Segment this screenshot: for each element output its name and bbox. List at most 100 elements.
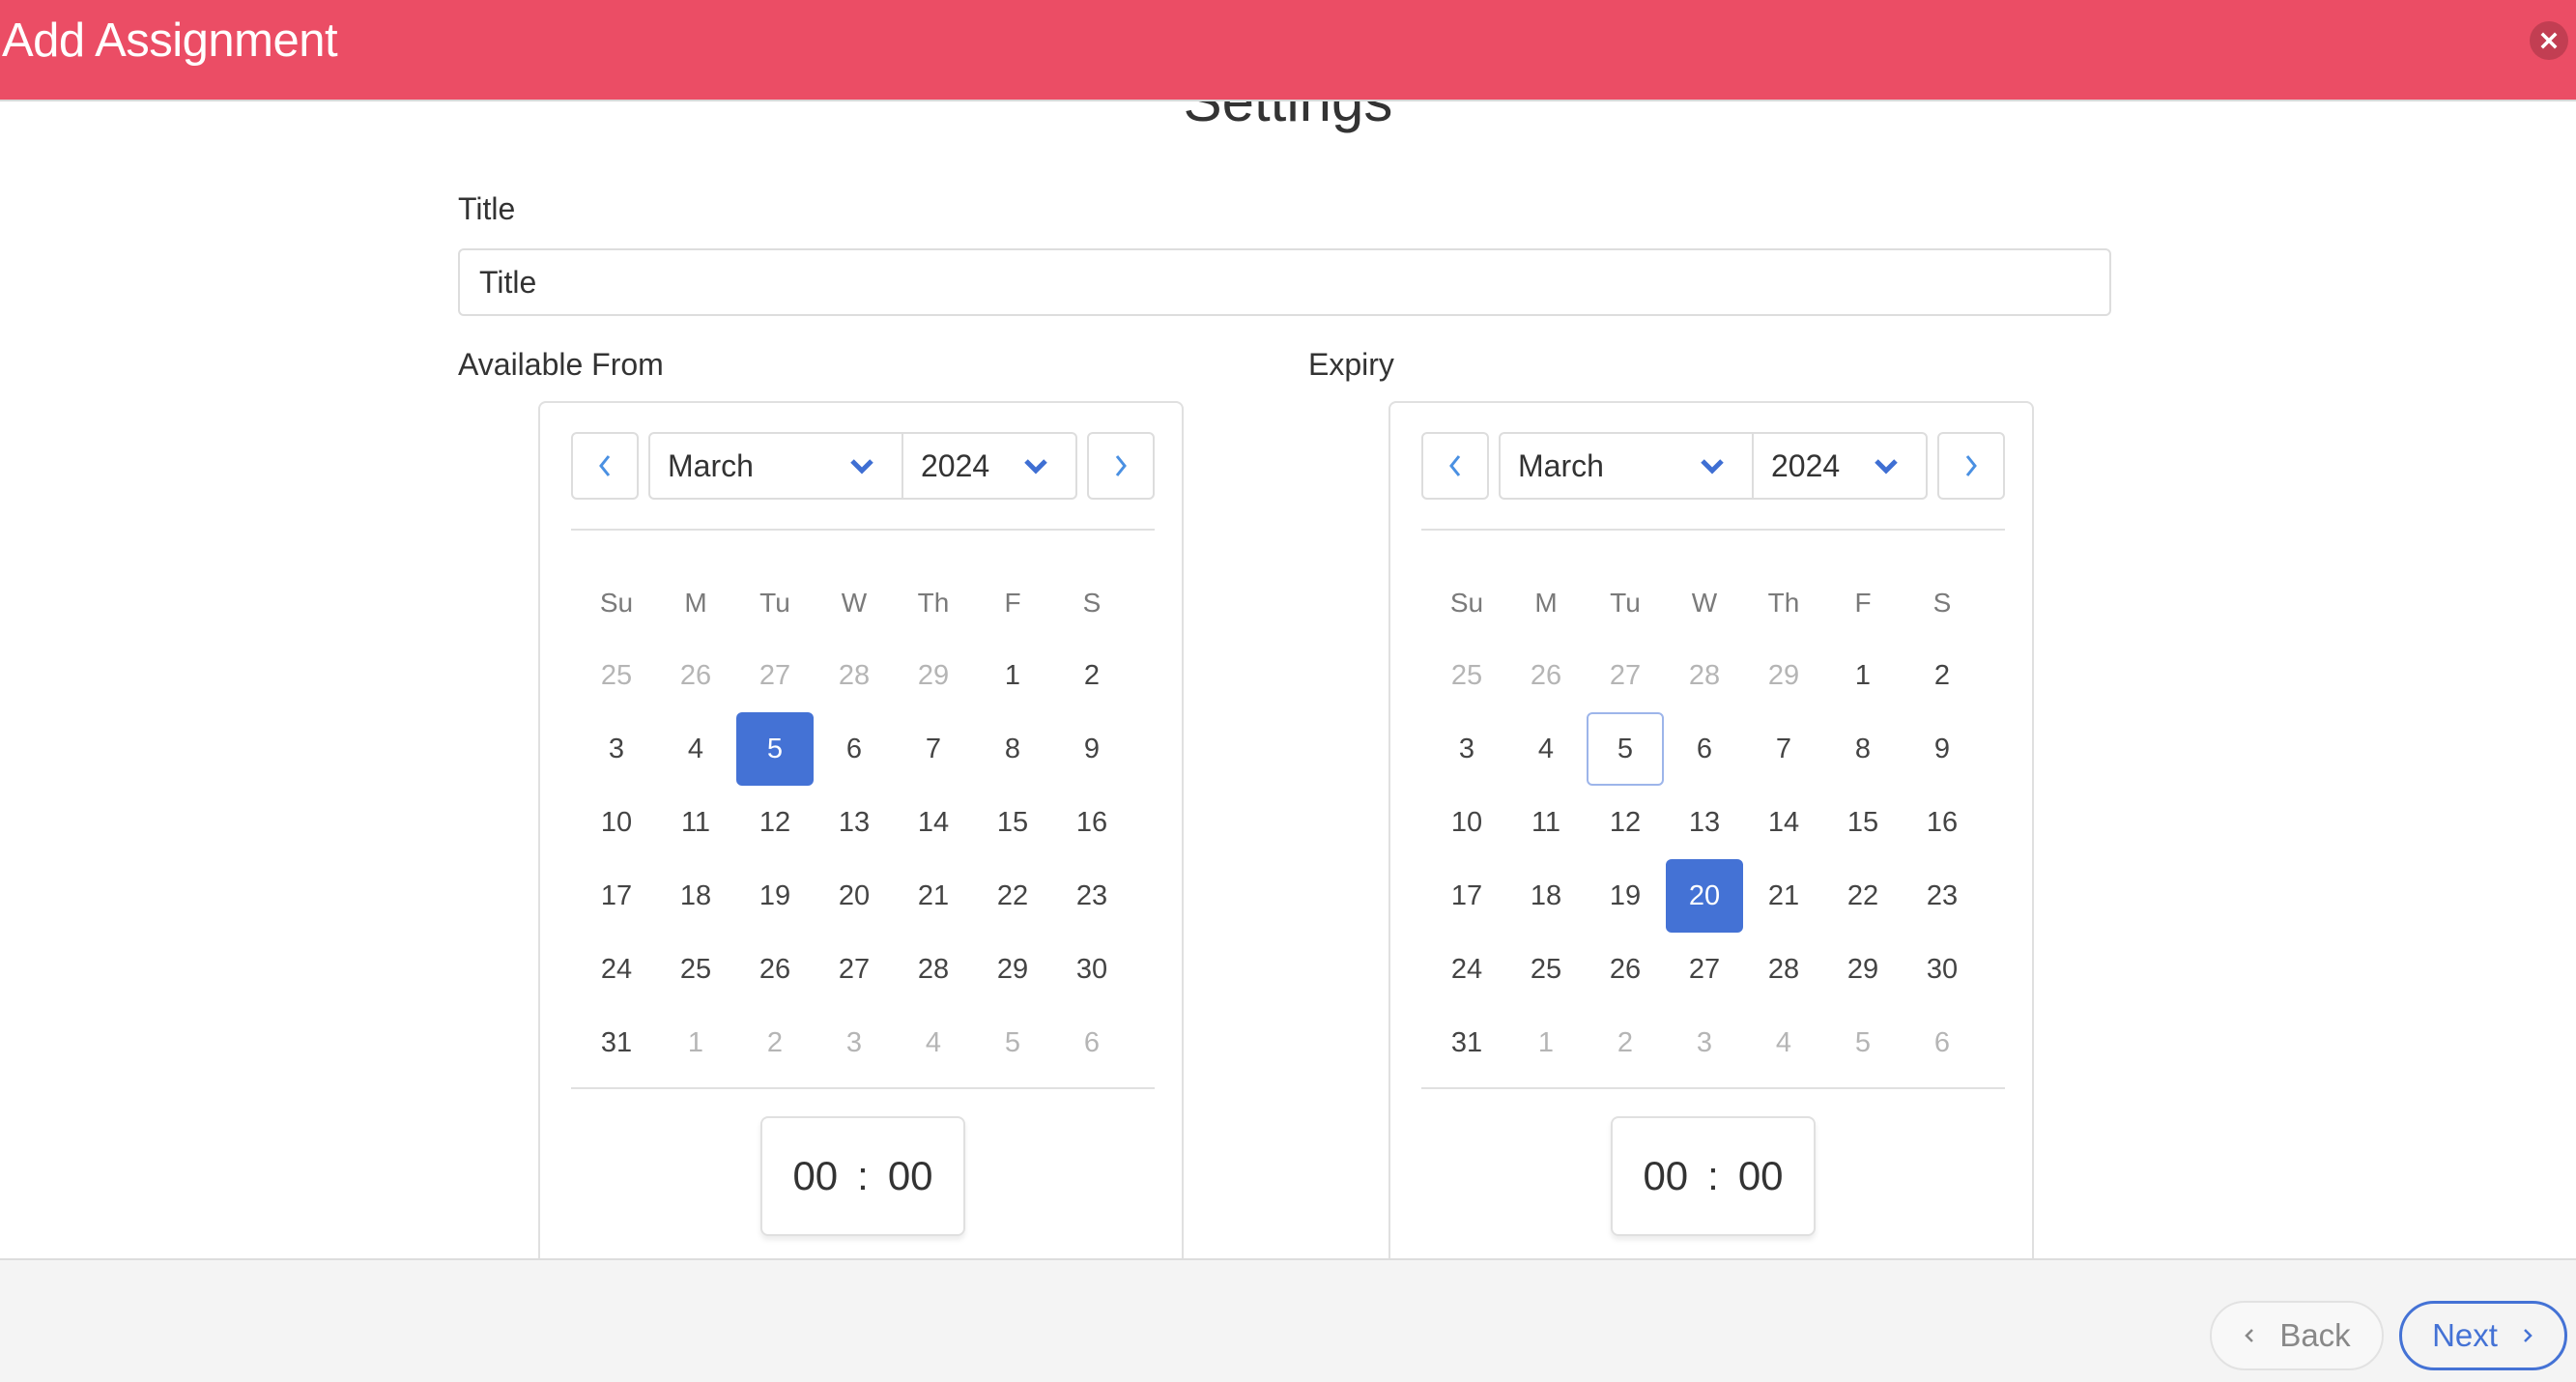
month-select[interactable]: March	[650, 434, 903, 498]
next-month-button[interactable]	[1937, 432, 2005, 500]
calendar-day[interactable]: 5	[974, 1006, 1051, 1080]
calendar-day[interactable]: 6	[1053, 1006, 1131, 1080]
calendar-day[interactable]: 3	[1666, 1006, 1743, 1080]
calendar-day[interactable]: 6	[816, 712, 893, 786]
calendar-day[interactable]: 27	[736, 639, 814, 712]
calendar-day[interactable]: 4	[657, 712, 734, 786]
calendar-day[interactable]: 26	[1587, 933, 1664, 1006]
calendar-day[interactable]: 13	[816, 786, 893, 859]
calendar-day[interactable]: 26	[657, 639, 734, 712]
calendar-day[interactable]: 4	[1507, 712, 1585, 786]
hours-input[interactable]: 00	[1643, 1153, 1688, 1199]
calendar-day[interactable]: 3	[816, 1006, 893, 1080]
calendar-day[interactable]: 10	[578, 786, 655, 859]
calendar-day[interactable]: 25	[1507, 933, 1585, 1006]
year-select[interactable]: 2024	[1754, 434, 1926, 498]
calendar-day[interactable]: 15	[974, 786, 1051, 859]
calendar-day[interactable]: 25	[578, 639, 655, 712]
calendar-day[interactable]: 19	[1587, 859, 1664, 933]
calendar-day[interactable]: 15	[1824, 786, 1902, 859]
calendar-day[interactable]: 23	[1903, 859, 1981, 933]
year-select[interactable]: 2024	[903, 434, 1075, 498]
calendar-day[interactable]: 8	[974, 712, 1051, 786]
title-input[interactable]	[458, 248, 2111, 316]
month-select[interactable]: March	[1501, 434, 1754, 498]
prev-month-button[interactable]	[1421, 432, 1489, 500]
next-month-button[interactable]	[1087, 432, 1155, 500]
calendar-day[interactable]: 29	[974, 933, 1051, 1006]
calendar-day[interactable]: 27	[1587, 639, 1664, 712]
calendar-day[interactable]: 29	[1824, 933, 1902, 1006]
calendar-day[interactable]: 1	[657, 1006, 734, 1080]
calendar-day-selected[interactable]: 20	[1666, 859, 1743, 933]
calendar-day[interactable]: 9	[1903, 712, 1981, 786]
next-button[interactable]: Next	[2399, 1301, 2567, 1370]
calendar-day[interactable]: 13	[1666, 786, 1743, 859]
calendar-day[interactable]: 26	[736, 933, 814, 1006]
calendar-day[interactable]: 28	[895, 933, 972, 1006]
calendar-day[interactable]: 3	[578, 712, 655, 786]
calendar-day[interactable]: 6	[1666, 712, 1743, 786]
close-button[interactable]	[2530, 21, 2568, 60]
calendar-day[interactable]: 12	[736, 786, 814, 859]
calendar-day[interactable]: 11	[657, 786, 734, 859]
calendar-day[interactable]: 4	[1745, 1006, 1822, 1080]
calendar-day[interactable]: 28	[1666, 639, 1743, 712]
calendar-day[interactable]: 28	[816, 639, 893, 712]
minutes-input[interactable]: 00	[888, 1153, 933, 1199]
calendar-day[interactable]: 6	[1903, 1006, 1981, 1080]
calendar-day[interactable]: 23	[1053, 859, 1131, 933]
calendar-day[interactable]: 21	[1745, 859, 1822, 933]
calendar-day[interactable]: 24	[578, 933, 655, 1006]
calendar-day[interactable]: 11	[1507, 786, 1585, 859]
calendar-day[interactable]: 2	[1053, 639, 1131, 712]
calendar-day[interactable]: 2	[736, 1006, 814, 1080]
calendar-day[interactable]: 30	[1903, 933, 1981, 1006]
calendar-day[interactable]: 20	[816, 859, 893, 933]
calendar-day[interactable]: 17	[578, 859, 655, 933]
hours-input[interactable]: 00	[792, 1153, 838, 1199]
calendar-day[interactable]: 24	[1428, 933, 1505, 1006]
calendar-day[interactable]: 1	[1507, 1006, 1585, 1080]
calendar-day[interactable]: 19	[736, 859, 814, 933]
calendar-day-today[interactable]: 5	[1587, 712, 1664, 786]
calendar-day[interactable]: 25	[657, 933, 734, 1006]
calendar-day[interactable]: 29	[895, 639, 972, 712]
calendar-day[interactable]: 8	[1824, 712, 1902, 786]
calendar-day[interactable]: 1	[974, 639, 1051, 712]
calendar-day[interactable]: 30	[1053, 933, 1131, 1006]
calendar-day[interactable]: 3	[1428, 712, 1505, 786]
calendar-day-selected[interactable]: 5	[736, 712, 814, 786]
calendar-day[interactable]: 5	[1824, 1006, 1902, 1080]
calendar-day[interactable]: 4	[895, 1006, 972, 1080]
calendar-day[interactable]: 31	[1428, 1006, 1505, 1080]
calendar-day[interactable]: 7	[895, 712, 972, 786]
calendar-day[interactable]: 22	[1824, 859, 1902, 933]
calendar-day[interactable]: 14	[1745, 786, 1822, 859]
calendar-day[interactable]: 12	[1587, 786, 1664, 859]
calendar-day[interactable]: 27	[1666, 933, 1743, 1006]
calendar-day[interactable]: 1	[1824, 639, 1902, 712]
calendar-day[interactable]: 18	[657, 859, 734, 933]
calendar-day[interactable]: 29	[1745, 639, 1822, 712]
calendar-day[interactable]: 2	[1903, 639, 1981, 712]
calendar-day[interactable]: 21	[895, 859, 972, 933]
minutes-input[interactable]: 00	[1738, 1153, 1784, 1199]
calendar-day[interactable]: 7	[1745, 712, 1822, 786]
calendar-day[interactable]: 10	[1428, 786, 1505, 859]
calendar-day[interactable]: 9	[1053, 712, 1131, 786]
calendar-day[interactable]: 14	[895, 786, 972, 859]
calendar-day[interactable]: 25	[1428, 639, 1505, 712]
calendar-day[interactable]: 31	[578, 1006, 655, 1080]
calendar-day[interactable]: 16	[1053, 786, 1131, 859]
calendar-day[interactable]: 26	[1507, 639, 1585, 712]
calendar-day[interactable]: 18	[1507, 859, 1585, 933]
prev-month-button[interactable]	[571, 432, 639, 500]
calendar-day[interactable]: 28	[1745, 933, 1822, 1006]
calendar-day[interactable]: 2	[1587, 1006, 1664, 1080]
calendar-day[interactable]: 17	[1428, 859, 1505, 933]
calendar-day[interactable]: 16	[1903, 786, 1981, 859]
back-button[interactable]: Back	[2210, 1301, 2384, 1370]
calendar-day[interactable]: 22	[974, 859, 1051, 933]
calendar-day[interactable]: 27	[816, 933, 893, 1006]
